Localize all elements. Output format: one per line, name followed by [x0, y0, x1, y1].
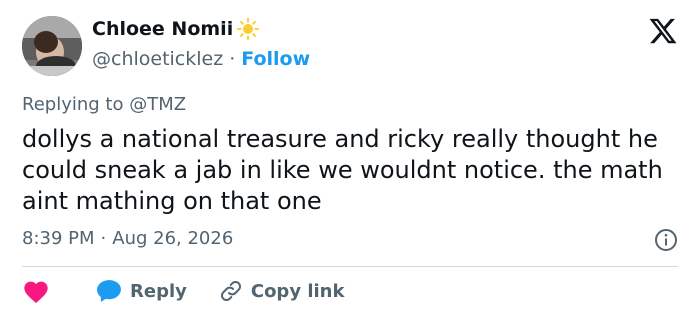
author-display-name[interactable]: Chloee Nomii	[92, 18, 233, 40]
reply-label: Reply	[130, 280, 187, 302]
copy-link-button[interactable]: Copy link	[219, 279, 345, 303]
avatar[interactable]	[22, 16, 82, 76]
like-button[interactable]	[22, 278, 50, 304]
action-bar: Reply Copy link	[22, 276, 344, 306]
tweet-timestamp[interactable]: 8:39 PM · Aug 26, 2026	[22, 228, 233, 249]
separator-dot: ·	[229, 48, 236, 70]
reply-bubble-icon	[96, 279, 122, 303]
separator-dot: ·	[100, 228, 107, 249]
author-name-row: Chloee Nomii	[92, 18, 260, 40]
author-handle-row: @chloeticklez · Follow	[92, 48, 310, 70]
replying-prefix: Replying to	[22, 94, 124, 115]
follow-button[interactable]: Follow	[241, 48, 310, 70]
info-icon[interactable]	[654, 228, 678, 252]
reply-button[interactable]: Reply	[96, 279, 187, 303]
tweet-text: dollys a national treasure and ricky rea…	[22, 125, 663, 215]
copy-link-label: Copy link	[250, 280, 345, 302]
replying-mention[interactable]: @TMZ	[129, 94, 186, 115]
replying-to: Replying to @TMZ	[22, 94, 186, 115]
tweet-card: Chloee Nomii @chloeticklez · Follow Repl…	[0, 0, 700, 318]
tweet-time: 8:39 PM	[22, 228, 95, 249]
heart-icon	[22, 278, 50, 304]
x-logo-icon[interactable]	[648, 16, 678, 46]
sun-icon	[237, 18, 260, 40]
divider	[22, 266, 678, 267]
link-icon	[219, 279, 243, 303]
author-handle[interactable]: @chloeticklez	[92, 48, 223, 70]
avatar-photo	[22, 16, 82, 76]
tweet-date: Aug 26, 2026	[112, 228, 234, 249]
